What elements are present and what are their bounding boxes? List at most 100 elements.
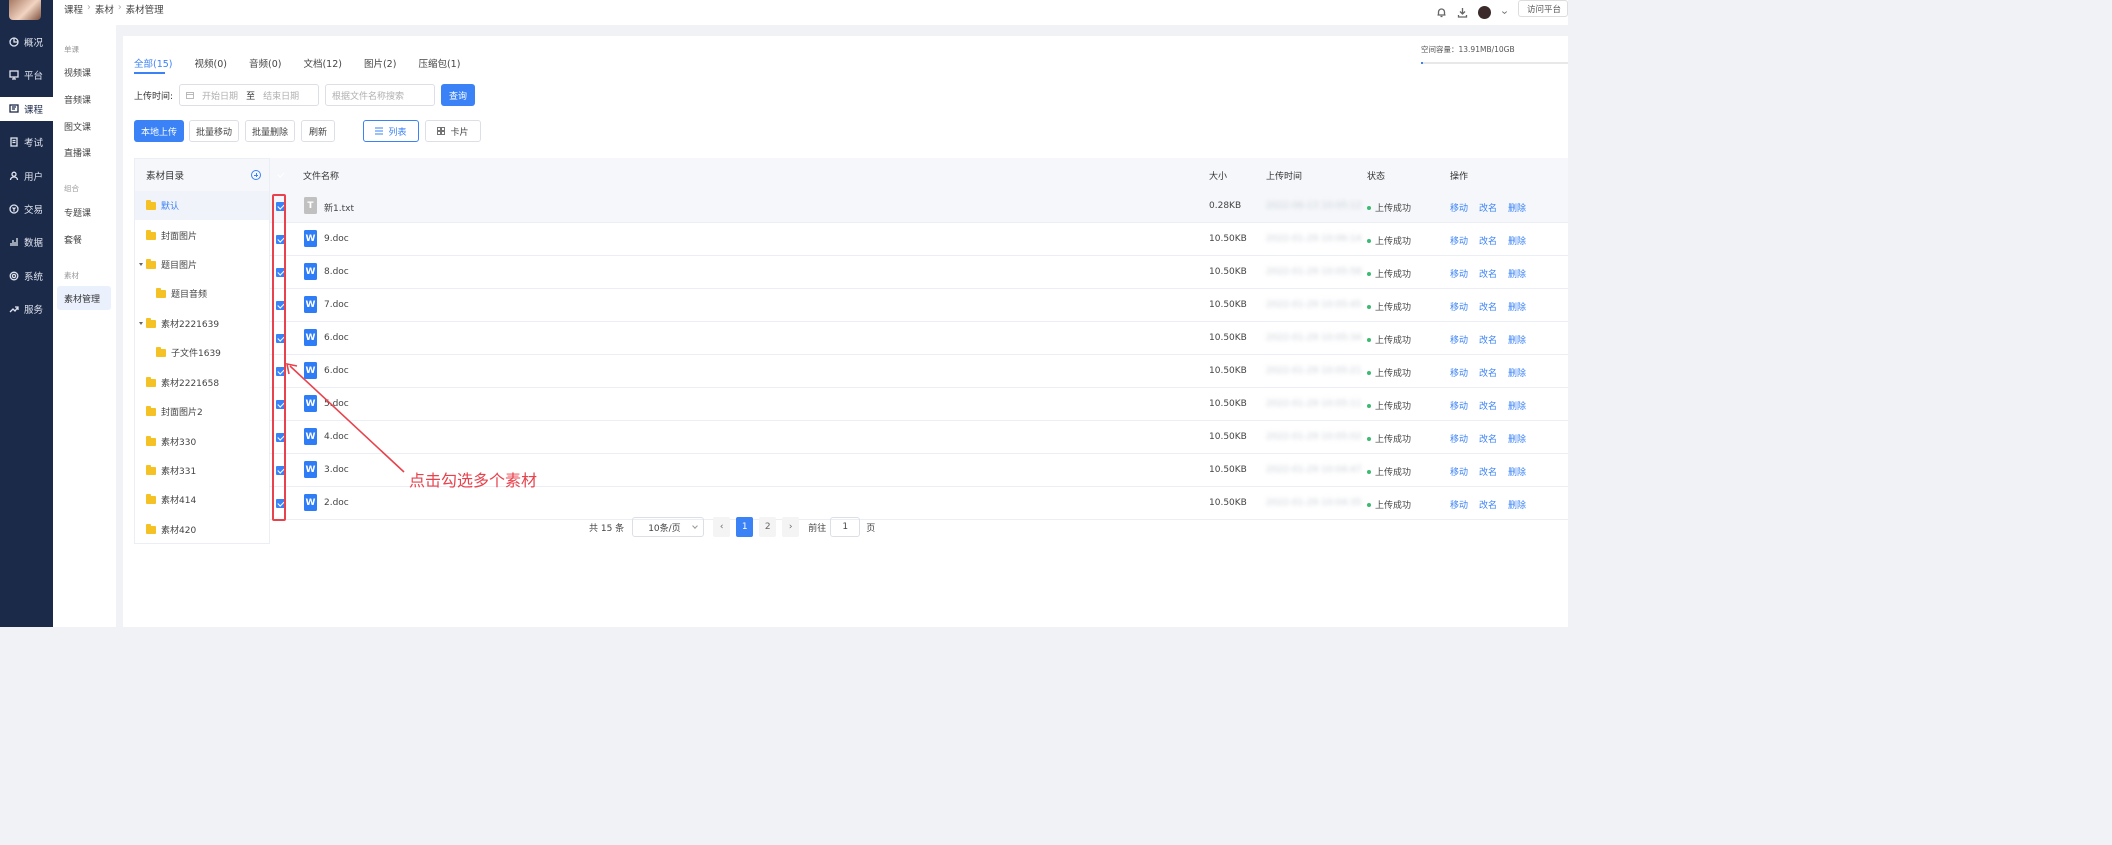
tab-document[interactable]: 文档(12) [303, 56, 342, 70]
nav-item-trade[interactable]: 交易 [0, 197, 53, 221]
tab-archive[interactable]: 压缩包(1) [418, 56, 460, 70]
list-view-button[interactable]: 列表 [363, 120, 419, 142]
tree-node[interactable]: 素材2221658 [135, 368, 269, 397]
menu-item-bundle[interactable]: 套餐 [64, 233, 82, 246]
page-button-1[interactable]: 1 [736, 517, 754, 537]
batch-delete-button[interactable]: 批量删除 [245, 120, 295, 142]
delete-link[interactable]: 删除 [1508, 465, 1526, 478]
delete-link[interactable]: 删除 [1508, 333, 1526, 346]
menu-item-live[interactable]: 直播课 [64, 146, 91, 159]
tree-node[interactable]: 素材414 [135, 485, 269, 514]
nav-item-system[interactable]: 系统 [0, 264, 53, 288]
move-link[interactable]: 移动 [1450, 399, 1468, 412]
user-avatar[interactable] [1477, 6, 1491, 19]
tab-video[interactable]: 视频(0) [195, 56, 227, 70]
rename-link[interactable]: 改名 [1479, 267, 1497, 280]
search-input[interactable]: 根据文件名称搜索 [325, 84, 436, 106]
tab-all[interactable]: 全部(15) [134, 56, 173, 70]
tree-node[interactable]: 素材2221639 [135, 309, 269, 338]
move-link[interactable]: 移动 [1450, 300, 1468, 313]
batch-move-button[interactable]: 批量移动 [189, 120, 239, 142]
menu-item-article[interactable]: 图文课 [64, 120, 91, 133]
nav-item-user[interactable]: 用户 [0, 164, 53, 188]
card-view-button[interactable]: 卡片 [425, 120, 481, 142]
tree-node[interactable]: 素材420 [135, 515, 269, 544]
delete-link[interactable]: 删除 [1508, 366, 1526, 379]
end-date-input[interactable]: 结束日期 [263, 89, 299, 102]
goto-page-input[interactable]: 1 [830, 517, 861, 537]
rename-link[interactable]: 改名 [1479, 234, 1497, 247]
nav-item-course[interactable]: 课程 [0, 97, 53, 121]
delete-link[interactable]: 删除 [1508, 234, 1526, 247]
tree-node[interactable]: 封面图片 [135, 221, 269, 250]
breadcrumb-item[interactable]: 课程 [64, 2, 83, 16]
move-link[interactable]: 移动 [1450, 465, 1468, 478]
menu-item-topic[interactable]: 专题课 [64, 206, 91, 219]
expand-caret-icon[interactable] [139, 263, 143, 266]
table-row[interactable]: W 8.doc 10.50KB 2022-01-29 10:05:58 上传成功 移动 改名… [270, 256, 1568, 289]
menu-item-material-manage[interactable]: 素材管理 [57, 286, 111, 310]
download-icon[interactable] [1457, 7, 1468, 18]
rename-link[interactable]: 改名 [1479, 201, 1497, 214]
move-link[interactable]: 移动 [1450, 432, 1468, 445]
tree-node[interactable]: 封面图片2 [135, 397, 269, 426]
move-link[interactable]: 移动 [1450, 267, 1468, 280]
expand-caret-icon[interactable] [139, 322, 143, 325]
move-link[interactable]: 移动 [1450, 333, 1468, 346]
rename-link[interactable]: 改名 [1479, 432, 1497, 445]
rename-link[interactable]: 改名 [1479, 399, 1497, 412]
start-date-input[interactable]: 开始日期 [202, 89, 238, 102]
delete-link[interactable]: 删除 [1508, 498, 1526, 511]
delete-link[interactable]: 删除 [1508, 399, 1526, 412]
query-button[interactable]: 查询 [441, 84, 476, 106]
move-link[interactable]: 移动 [1450, 201, 1468, 214]
tab-audio[interactable]: 音频(0) [249, 56, 281, 70]
refresh-button[interactable]: 刷新 [301, 120, 335, 142]
tree-node[interactable]: 素材331 [135, 456, 269, 485]
table-row[interactable]: W 2.doc 10.50KB 2022-01-29 10:04:35 上传成功 移动 改名… [270, 487, 1568, 520]
tree-node[interactable]: 题目图片 [135, 250, 269, 279]
table-row[interactable]: W 6.doc 10.50KB 2022-01-29 10:05:21 上传成功 移动 改名… [270, 355, 1568, 388]
nav-item-exam[interactable]: 考试 [0, 130, 53, 154]
tree-node-default[interactable]: 默认 [135, 191, 269, 220]
move-link[interactable]: 移动 [1450, 498, 1468, 511]
rename-link[interactable]: 改名 [1479, 300, 1497, 313]
tree-node[interactable]: 题目音频 [135, 279, 269, 308]
nav-item-platform[interactable]: 平台 [0, 63, 53, 87]
avatar[interactable] [9, 0, 41, 20]
table-row[interactable]: W 6.doc 10.50KB 2022-01-29 10:05:34 上传成功 移动 改名… [270, 322, 1568, 355]
delete-link[interactable]: 删除 [1508, 432, 1526, 445]
nav-item-service[interactable]: 服务 [0, 297, 53, 321]
table-row[interactable]: W 4.doc 10.50KB 2022-01-29 10:05:02 上传成功 移动 改名… [270, 421, 1568, 454]
breadcrumb-item[interactable]: 素材 [95, 2, 114, 16]
visit-platform-button[interactable]: 访问平台 [1517, 0, 1568, 17]
rename-link[interactable]: 改名 [1479, 465, 1497, 478]
table-row[interactable]: W 5.doc 10.50KB 2022-01-29 10:05:11 上传成功 移动 改名… [270, 388, 1568, 421]
tree-node[interactable]: 素材330 [135, 427, 269, 456]
prev-page-button[interactable]: ‹ [713, 517, 731, 537]
chevron-down-icon[interactable] [1501, 9, 1508, 16]
table-row[interactable]: W 7.doc 10.50KB 2022-01-29 10:05:45 上传成功 移动 改名… [270, 289, 1568, 322]
menu-item-audio[interactable]: 音频课 [64, 93, 91, 106]
page-button-2[interactable]: 2 [759, 517, 777, 537]
rename-link[interactable]: 改名 [1479, 366, 1497, 379]
nav-item-overview[interactable]: 概况 [0, 30, 53, 54]
add-folder-icon[interactable] [251, 170, 261, 180]
rename-link[interactable]: 改名 [1479, 333, 1497, 346]
delete-link[interactable]: 删除 [1508, 300, 1526, 313]
table-row[interactable]: T 新1.txt 0.28KB 2022-06-13 10:05:12 上传成功 移动 改名… [270, 190, 1568, 223]
nav-item-data[interactable]: 数据 [0, 230, 53, 254]
bell-icon[interactable] [1436, 7, 1447, 18]
local-upload-button[interactable]: 本地上传 [134, 120, 184, 142]
page-size-select[interactable]: 10条/页 [632, 517, 705, 537]
menu-item-video[interactable]: 视频课 [64, 66, 91, 79]
tree-node[interactable]: 子文件1639 [135, 338, 269, 367]
delete-link[interactable]: 删除 [1508, 267, 1526, 280]
move-link[interactable]: 移动 [1450, 234, 1468, 247]
next-page-button[interactable]: › [782, 517, 800, 537]
move-link[interactable]: 移动 [1450, 366, 1468, 379]
tab-image[interactable]: 图片(2) [364, 56, 396, 70]
rename-link[interactable]: 改名 [1479, 498, 1497, 511]
date-range-picker[interactable]: 开始日期 至 结束日期 [179, 84, 320, 106]
table-row[interactable]: W 9.doc 10.50KB 2022-01-29 10:06:14 上传成功 移动 改名… [270, 223, 1568, 256]
